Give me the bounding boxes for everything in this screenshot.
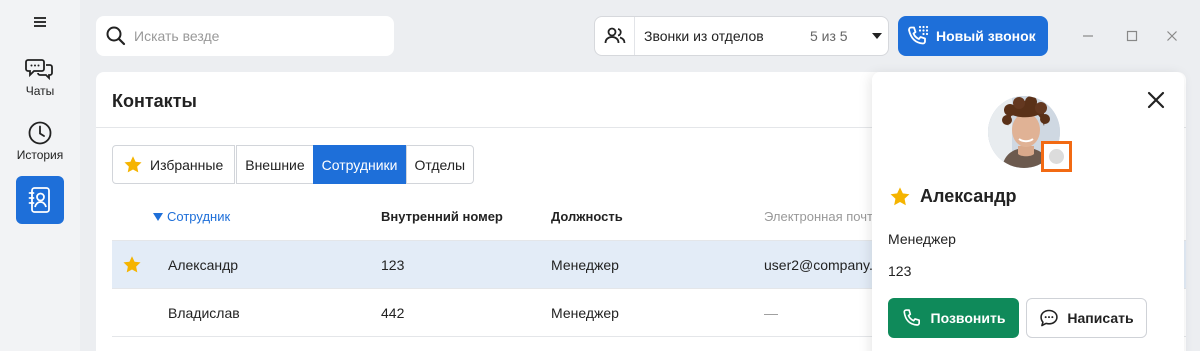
- tab-favorites[interactable]: Избранные: [112, 145, 236, 184]
- star-icon[interactable]: [889, 186, 911, 207]
- close-icon[interactable]: [1146, 90, 1166, 110]
- chat-bubble-icon: [1040, 309, 1059, 327]
- sidebar: Чаты История: [0, 0, 80, 351]
- column-header-employee[interactable]: Сотрудник: [153, 209, 230, 224]
- cell-extension: 442: [381, 305, 405, 321]
- cell-email: —: [764, 305, 778, 321]
- column-header-email[interactable]: Электронная почта: [764, 209, 880, 224]
- phone-icon: [902, 309, 920, 326]
- close-window-icon[interactable]: [1162, 26, 1182, 46]
- tab-departments[interactable]: Отделы: [405, 145, 475, 184]
- department-calls-select[interactable]: Звонки из отделов 5 из 5: [594, 16, 889, 56]
- tab-employees[interactable]: Сотрудники: [312, 145, 407, 184]
- maximize-icon[interactable]: [1122, 26, 1142, 46]
- new-call-label: Новый звонок: [936, 28, 1036, 44]
- contact-extension: 123: [888, 263, 912, 279]
- cell-email: user2@company.: [764, 257, 873, 273]
- phone-dialpad-icon: [908, 25, 929, 45]
- search-icon: [106, 26, 126, 46]
- page-title: Контакты: [112, 91, 197, 111]
- message-label: Написать: [1067, 310, 1134, 326]
- status-indicator: [1041, 141, 1072, 172]
- star-icon: [124, 156, 142, 173]
- contact-name: Александр: [920, 186, 1017, 206]
- sidebar-item-label: История: [16, 148, 64, 162]
- contact-position: Менеджер: [888, 231, 956, 247]
- sidebar-item-history[interactable]: История: [0, 120, 80, 162]
- star-icon[interactable]: [122, 255, 142, 274]
- sidebar-item-label: Чаты: [25, 84, 55, 98]
- cell-name: Владислав: [168, 305, 240, 321]
- call-label: Позвонить: [930, 310, 1006, 326]
- sidebar-item-contacts[interactable]: [16, 176, 64, 224]
- chats-icon: [25, 59, 53, 81]
- contacts-icon: [28, 187, 50, 213]
- chevron-down-icon: [872, 33, 882, 39]
- tab-external[interactable]: Внешние: [236, 145, 314, 184]
- contacts-tabs: Избранные Внешние Сотрудники Отделы: [112, 145, 475, 185]
- cell-position: Менеджер: [551, 257, 619, 273]
- search-box[interactable]: [96, 16, 394, 56]
- sidebar-item-chats[interactable]: Чаты: [0, 56, 80, 98]
- sort-down-icon: [153, 213, 163, 221]
- contact-card: Александр Менеджер 123 Позвонить Написат…: [872, 72, 1184, 351]
- status-dot: [1049, 149, 1064, 164]
- users-icon: [595, 17, 635, 55]
- hamburger-icon[interactable]: [34, 17, 46, 27]
- new-call-button[interactable]: Новый звонок: [898, 16, 1048, 56]
- cell-extension: 123: [381, 257, 405, 273]
- cell-name: Александр: [168, 257, 239, 273]
- department-calls-label: Звонки из отделов: [644, 28, 764, 44]
- column-header-position[interactable]: Должность: [551, 209, 623, 224]
- clock-icon: [28, 121, 52, 145]
- message-button[interactable]: Написать: [1026, 298, 1147, 338]
- search-input[interactable]: [134, 28, 374, 44]
- department-calls-count: 5 из 5: [810, 28, 848, 44]
- minimize-icon[interactable]: [1078, 26, 1098, 46]
- column-header-extension[interactable]: Внутренний номер: [381, 209, 503, 224]
- cell-position: Менеджер: [551, 305, 619, 321]
- call-button[interactable]: Позвонить: [888, 298, 1019, 338]
